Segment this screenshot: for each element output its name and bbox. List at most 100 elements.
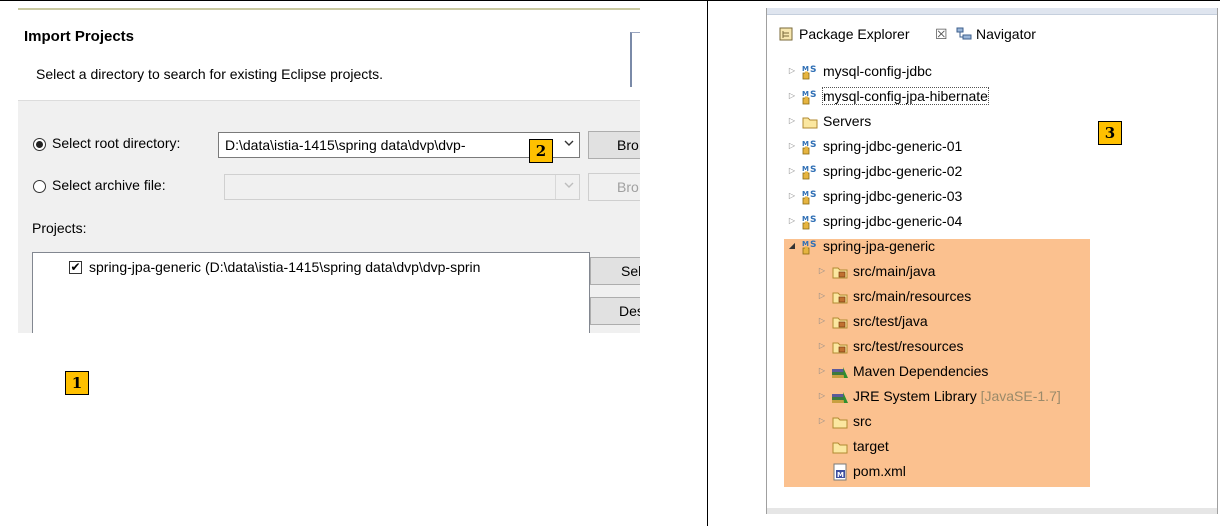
xml-file-icon: M [831,463,849,481]
callout-badge-3: 3 [1098,121,1122,145]
select-all-button[interactable]: Sel [590,257,640,285]
deselect-all-button[interactable]: Dese [590,297,640,325]
tree-item-label: mysql-config-jpa-hibernate [822,87,989,105]
projects-list[interactable]: ✔ spring-jpa-generic (D:\data\istia-1415… [32,252,590,333]
tree-item[interactable]: ▷ src/test/resources [767,335,1217,360]
tree-item-text: spring-jpa-generic [823,238,936,254]
wizard-banner-icon [630,32,640,87]
tab-package-explorer[interactable]: Package Explorer [799,26,910,42]
expand-arrow-icon[interactable]: ▷ [787,166,797,175]
maven-project-icon: MS [801,163,819,181]
maven-project-icon: MS [801,88,819,106]
chevron-down-icon[interactable] [562,137,576,152]
tree-item[interactable]: ▷ M Sspring-jdbc-generic-04 [767,210,1217,235]
tree-item[interactable]: ▷ src/main/resources [767,285,1217,310]
tree-item-label: spring-jdbc-generic-01 [823,138,962,154]
root-directory-combo[interactable]: D:\data\istia-1415\spring data\dvp\dvp- [218,132,580,158]
maven-project-icon: MS [801,138,819,156]
tree-item-suffix: [JavaSE-1.7] [976,388,1061,404]
view-bottom-border [767,508,1217,514]
archive-file-radio[interactable] [33,180,46,193]
tree-item[interactable]: ▷ M Sspring-jdbc-generic-03 [767,185,1217,210]
tree-item-label: spring-jdbc-generic-04 [823,213,962,229]
tree-item-text: src/main/java [853,263,936,279]
view-top-strip [767,8,1217,15]
tree-item-text: JRE System Library [853,388,977,404]
dialog-description: Select a directory to search for existin… [36,66,384,82]
maven-project-icon: MS [801,188,819,206]
top-border [0,0,1220,1]
tree-item-label: src [853,413,872,429]
tree-item-label: target [853,438,889,454]
expand-arrow-icon[interactable]: ▷ [787,66,797,75]
collapse-arrow-icon[interactable]: ◢ [787,241,797,250]
tree-item[interactable]: ▷ M Smysql-config-jpa-hibernate [767,85,1217,110]
tree-item-label: spring-jpa-generic [823,238,935,254]
archive-file-combo[interactable] [224,174,580,200]
tree-item[interactable]: ▷ src [767,410,1217,435]
tree-item[interactable]: ▷ M Sspring-jdbc-generic-01 [767,135,1217,160]
tree-item[interactable]: ▷ JRE System Library [JavaSE-1.7] [767,385,1217,410]
expand-arrow-icon[interactable]: ▷ [787,191,797,200]
tree-item-text: Maven Dependencies [853,363,989,379]
tree-item-label: spring-jdbc-generic-03 [823,188,962,204]
expand-arrow-icon[interactable]: ▷ [817,316,827,325]
tree-item[interactable]: ◢ M Sspring-jpa-generic [767,235,1217,260]
svg-text:S: S [810,90,816,100]
tree-item[interactable]: ▷ M Smysql-config-jdbc [767,60,1217,85]
expand-arrow-icon[interactable]: ▷ [817,291,827,300]
root-directory-radio[interactable] [33,138,46,151]
maven-project-icon: MS [801,238,819,256]
source-folder-icon [831,338,849,356]
close-icon[interactable]: ☒ [935,26,948,43]
svg-text:M: M [837,471,844,479]
tree-item-label: src/test/resources [853,338,963,354]
browse-archive-button[interactable]: Bro [588,173,640,201]
import-projects-dialog: Import Projects Select a directory to se… [18,8,640,333]
tree-item-text: src/test/resources [853,338,964,354]
tree-item[interactable]: ▷ src/main/java [767,260,1217,285]
tree-item-text: Servers [823,113,872,129]
source-folder-icon [831,313,849,331]
expand-arrow-icon[interactable]: ▷ [817,416,827,425]
expand-arrow-icon[interactable]: ▷ [817,266,827,275]
tree-item-label: src/main/java [853,263,935,279]
expand-arrow-icon[interactable]: ▷ [787,91,797,100]
tree-item[interactable]: target [767,435,1217,460]
package-explorer-icon [779,27,793,41]
svg-text:S: S [810,240,816,250]
tree-item[interactable]: ▷ Maven Dependencies [767,360,1217,385]
archive-file-label: Select archive file: [52,177,166,193]
tree-item[interactable]: ▷ Servers [767,110,1217,135]
tree-item-label: JRE System Library [JavaSE-1.7] [853,388,1061,404]
tree-item-text: target [853,438,889,454]
tree-item[interactable]: ▷ src/test/java [767,310,1217,335]
tree-item-text: pom.xml [853,463,906,479]
project-item-label: spring-jpa-generic (D:\data\istia-1415\s… [89,259,481,275]
tree-item-text: src [853,413,872,429]
project-tree[interactable]: ▷ M Smysql-config-jdbc ▷ M Smysql-config-jpa-… [767,60,1217,500]
tree-item-text: spring-jdbc-generic-03 [823,188,963,204]
project-checkbox[interactable]: ✔ [69,261,82,274]
tree-item-label: spring-jdbc-generic-02 [823,163,962,179]
expand-arrow-icon[interactable]: ▷ [787,116,797,125]
tree-item[interactable]: ▷ M Sspring-jdbc-generic-02 [767,160,1217,185]
expand-arrow-icon[interactable]: ▷ [817,341,827,350]
dialog-title: Import Projects [24,28,135,45]
combo-separator [555,175,556,199]
expand-arrow-icon[interactable]: ▷ [817,366,827,375]
tab-navigator[interactable]: Navigator [976,26,1036,42]
svg-text:S: S [810,215,816,225]
maven-project-icon: MS [801,213,819,231]
svg-text:S: S [810,65,816,75]
browse-directory-button[interactable]: Bro [588,131,640,159]
expand-arrow-icon[interactable]: ▷ [817,391,827,400]
package-explorer-view: Package Explorer ☒ Navigator ▷ M Smysql-co… [766,8,1218,514]
source-folder-icon [831,263,849,281]
callout-badge-1: 1 [65,371,89,395]
expand-arrow-icon[interactable]: ▷ [787,141,797,150]
tree-item[interactable]: Mpom.xml [767,460,1217,485]
chevron-down-icon[interactable] [562,179,576,194]
expand-arrow-icon[interactable]: ▷ [787,216,797,225]
svg-text:S: S [810,190,816,200]
